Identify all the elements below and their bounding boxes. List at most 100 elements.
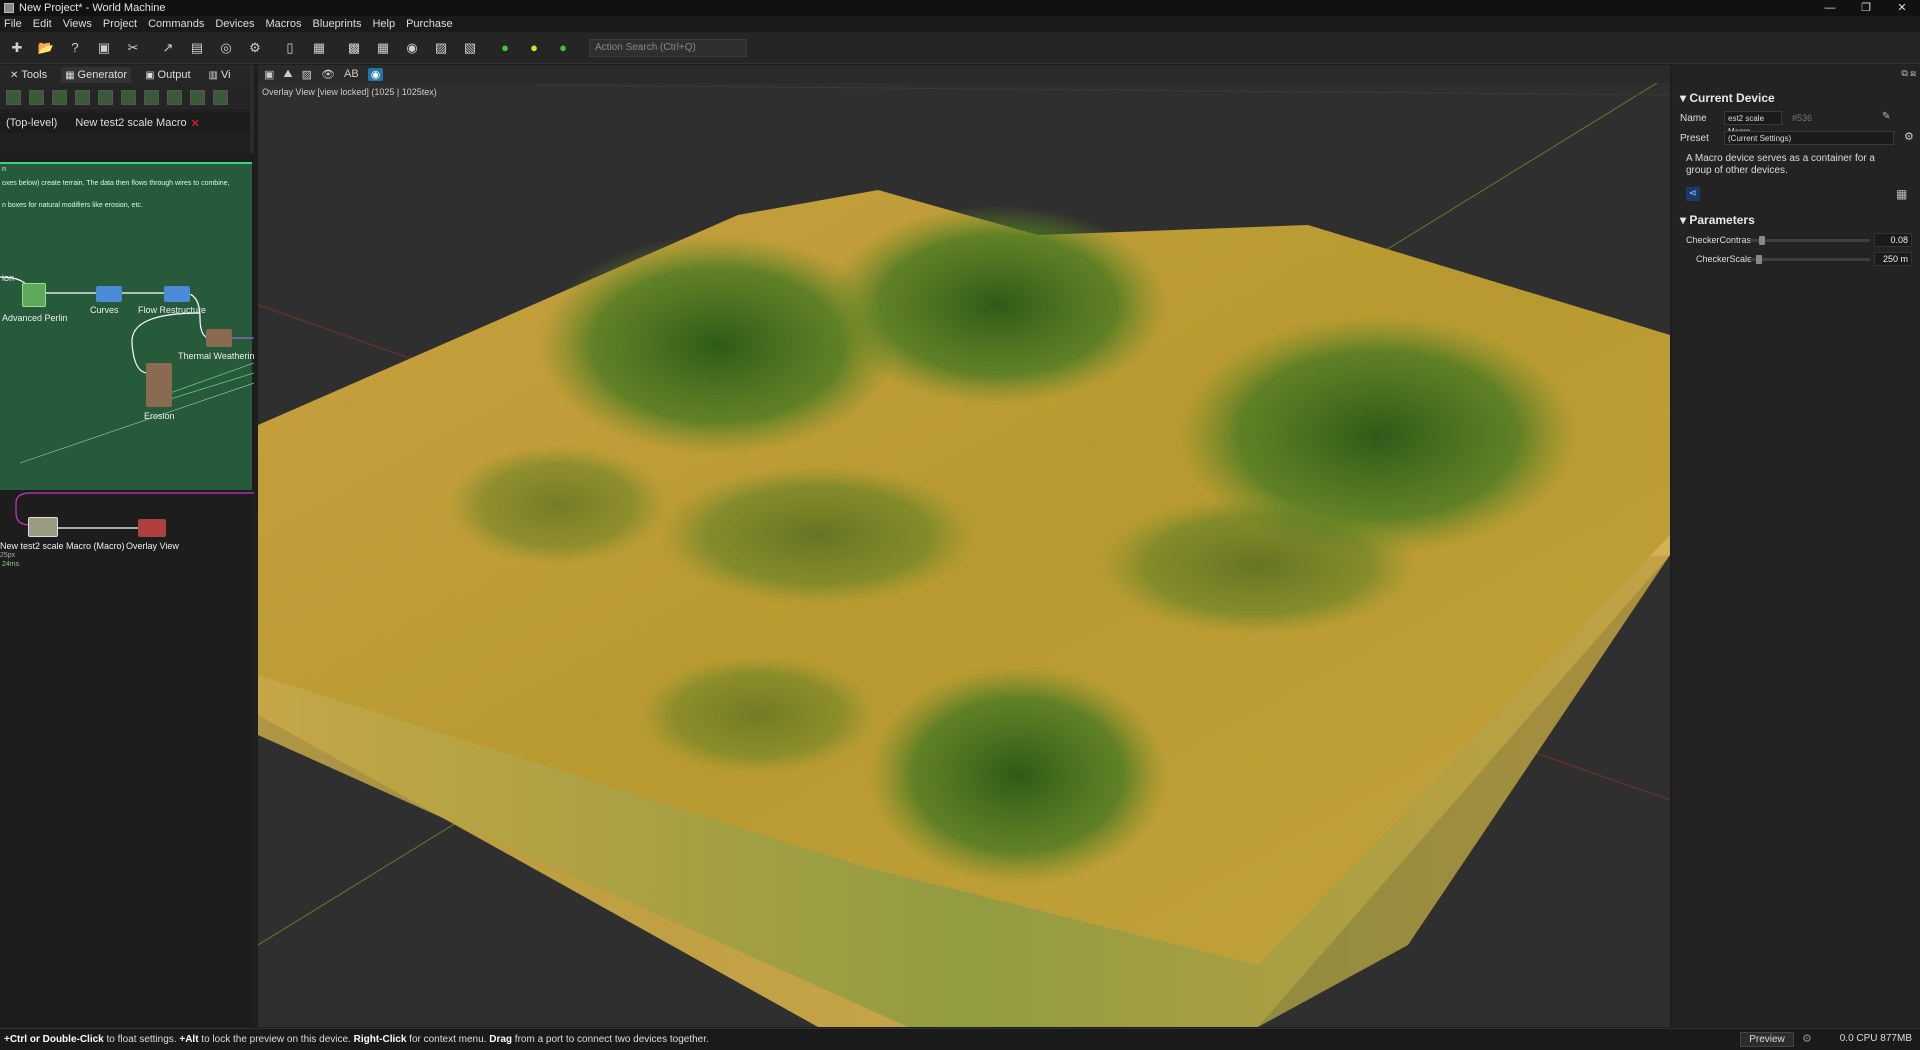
node-meta: 25px — [0, 552, 16, 559]
action-search-input[interactable]: Action Search (Ctrl+Q) — [589, 38, 747, 57]
save-icon[interactable]: ▣ — [93, 37, 115, 59]
device-icon[interactable] — [167, 89, 182, 105]
tab-view-label: Vi — [221, 69, 231, 81]
menu-edit[interactable]: Edit — [33, 18, 52, 30]
menu-commands[interactable]: Commands — [148, 18, 204, 30]
hint-key: Drag — [489, 1034, 513, 1045]
device-icon[interactable] — [29, 89, 44, 105]
build-world-icon[interactable]: ● — [552, 37, 574, 59]
share-icon[interactable]: ⋖ — [1686, 187, 1700, 201]
node-label-advanced-perlin: Advanced Perlin — [2, 313, 68, 323]
tab-view[interactable]: ▥ Vi — [205, 67, 235, 83]
param-checker-contrast-slider[interactable] — [1750, 236, 1870, 245]
settings-gear-icon[interactable]: ⚙ — [244, 37, 266, 59]
device-name-input[interactable]: est2 scale Macro — [1724, 111, 1782, 136]
node-erosion[interactable] — [146, 363, 172, 407]
device-graph[interactable]: n oxes below) create terrain. The data t… — [0, 153, 254, 1027]
menu-project[interactable]: Project — [103, 18, 137, 30]
node-label-curves: Curves — [90, 305, 119, 315]
menu-blueprints[interactable]: Blueprints — [313, 18, 362, 30]
node-thermal-weathering[interactable] — [206, 329, 232, 347]
terrain-render — [258, 74, 1670, 1027]
view-grid-icon[interactable]: ▩ — [343, 37, 365, 59]
open-folder-icon[interactable]: 📂 — [35, 37, 57, 59]
build-green-icon[interactable]: ● — [494, 37, 516, 59]
device-icon[interactable] — [75, 89, 90, 105]
help-icon[interactable]: ? — [64, 37, 86, 59]
parameters-header[interactable]: ▾ Parameters — [1680, 213, 1755, 227]
circle-target-icon[interactable]: ◎ — [215, 37, 237, 59]
menu-macros[interactable]: Macros — [265, 18, 301, 30]
device-icon[interactable] — [190, 89, 205, 105]
3d-viewport[interactable]: ▣ ⛰ ▨ 👁 AB ◉ Overlay View [view locked] … — [258, 65, 1670, 1027]
device-icon[interactable] — [98, 89, 113, 105]
slider-knob[interactable] — [1759, 236, 1766, 245]
hint-key: +Ctrl or Double-Click — [4, 1034, 104, 1045]
param-checker-scale-slider[interactable] — [1750, 255, 1870, 264]
eye-icon[interactable]: 👁 — [321, 68, 335, 81]
tab-generator-label: Generator — [77, 69, 128, 81]
panel-float-icon[interactable]: ⧉ ⊠ — [1901, 68, 1916, 79]
status-hint: +Ctrl or Double-Click to float settings.… — [4, 1034, 709, 1045]
device-icon[interactable] — [213, 89, 228, 105]
node-curves[interactable] — [96, 286, 122, 302]
tab-output[interactable]: ▣ Output — [141, 67, 194, 83]
new-project-icon[interactable]: ✚ — [6, 37, 28, 59]
menu-help[interactable]: Help — [372, 18, 395, 30]
graph-icon[interactable]: ↗ — [157, 37, 179, 59]
param-checker-scale-value[interactable]: 250 m — [1874, 252, 1912, 266]
build-icon[interactable]: ▤ — [186, 37, 208, 59]
gear-icon[interactable]: ⚙ — [1904, 130, 1914, 143]
slider-knob[interactable] — [1755, 255, 1762, 264]
param-checker-scale-label: CheckerScale — [1696, 254, 1753, 264]
menu-file[interactable]: File — [4, 18, 22, 30]
device-icon[interactable] — [52, 89, 67, 105]
lock-view-icon[interactable]: ◉ — [367, 67, 384, 81]
output-icon: ▣ — [145, 69, 155, 81]
node-macro[interactable] — [28, 517, 58, 537]
close-button[interactable]: ✕ — [1884, 0, 1920, 16]
param-checker-contrast-value[interactable]: 0.08 — [1874, 233, 1912, 247]
node-advanced-perlin[interactable] — [22, 283, 46, 307]
parameters-title: Parameters — [1689, 213, 1755, 227]
globe-icon[interactable]: ◉ — [401, 37, 423, 59]
build-yellow-icon[interactable]: ● — [523, 37, 545, 59]
view-icon: ▥ — [208, 69, 218, 81]
device-id: #536 — [1792, 113, 1813, 123]
image-icon[interactable]: ▨ — [430, 37, 452, 59]
tab-macro[interactable]: New test2 scale Macro — [75, 117, 186, 129]
tab-tools[interactable]: ✕ Tools — [6, 67, 51, 83]
cut-icon[interactable]: ✂ — [122, 37, 144, 59]
tab-top-level[interactable]: (Top-level) — [6, 117, 57, 129]
grid-layout-icon[interactable]: ▦ — [308, 37, 330, 59]
panel-layout-icon[interactable]: ▯ — [279, 37, 301, 59]
node-overlay-view[interactable] — [138, 519, 166, 537]
menu-devices[interactable]: Devices — [215, 18, 254, 30]
preview-settings-icon[interactable]: ⚙ — [1802, 1032, 1812, 1045]
device-icon[interactable] — [121, 89, 136, 105]
camera-icon[interactable]: ▣ — [264, 68, 274, 81]
menu-purchase[interactable]: Purchase — [406, 18, 452, 30]
edit-icon[interactable]: ✎ — [1882, 111, 1890, 122]
settings-panel: ⧉ ⊠ ▾ Current Device Name est2 scale Mac… — [1672, 65, 1920, 1027]
generator-icon: ▦ — [65, 69, 75, 81]
restore-button[interactable]: ❐ — [1848, 0, 1884, 16]
preset-select[interactable]: (Current Settings) — [1724, 131, 1894, 145]
export-icon[interactable]: ▧ — [459, 37, 481, 59]
node-label-overlay: Overlay View — [126, 541, 179, 551]
grid-settings-icon[interactable]: ▦ — [1896, 187, 1907, 201]
device-icon[interactable] — [6, 89, 21, 105]
tile-grid-icon[interactable]: ▦ — [372, 37, 394, 59]
tab-generator[interactable]: ▦ Generator — [61, 67, 132, 83]
node-label-flow-restructure: Flow Restructure — [138, 305, 207, 315]
minimize-button[interactable]: — — [1812, 0, 1848, 16]
ab-compare-toggle[interactable]: AB — [344, 68, 359, 80]
render-mode-icon[interactable]: ⛰ — [283, 68, 292, 81]
menu-views[interactable]: Views — [63, 18, 92, 30]
current-device-header[interactable]: ▾ Current Device — [1680, 91, 1775, 105]
preview-button[interactable]: Preview — [1740, 1032, 1794, 1047]
close-tab-icon[interactable]: ✕ — [191, 117, 200, 130]
texture-icon[interactable]: ▨ — [302, 68, 312, 81]
device-icon[interactable] — [144, 89, 159, 105]
node-flow-restructure[interactable] — [164, 286, 190, 302]
